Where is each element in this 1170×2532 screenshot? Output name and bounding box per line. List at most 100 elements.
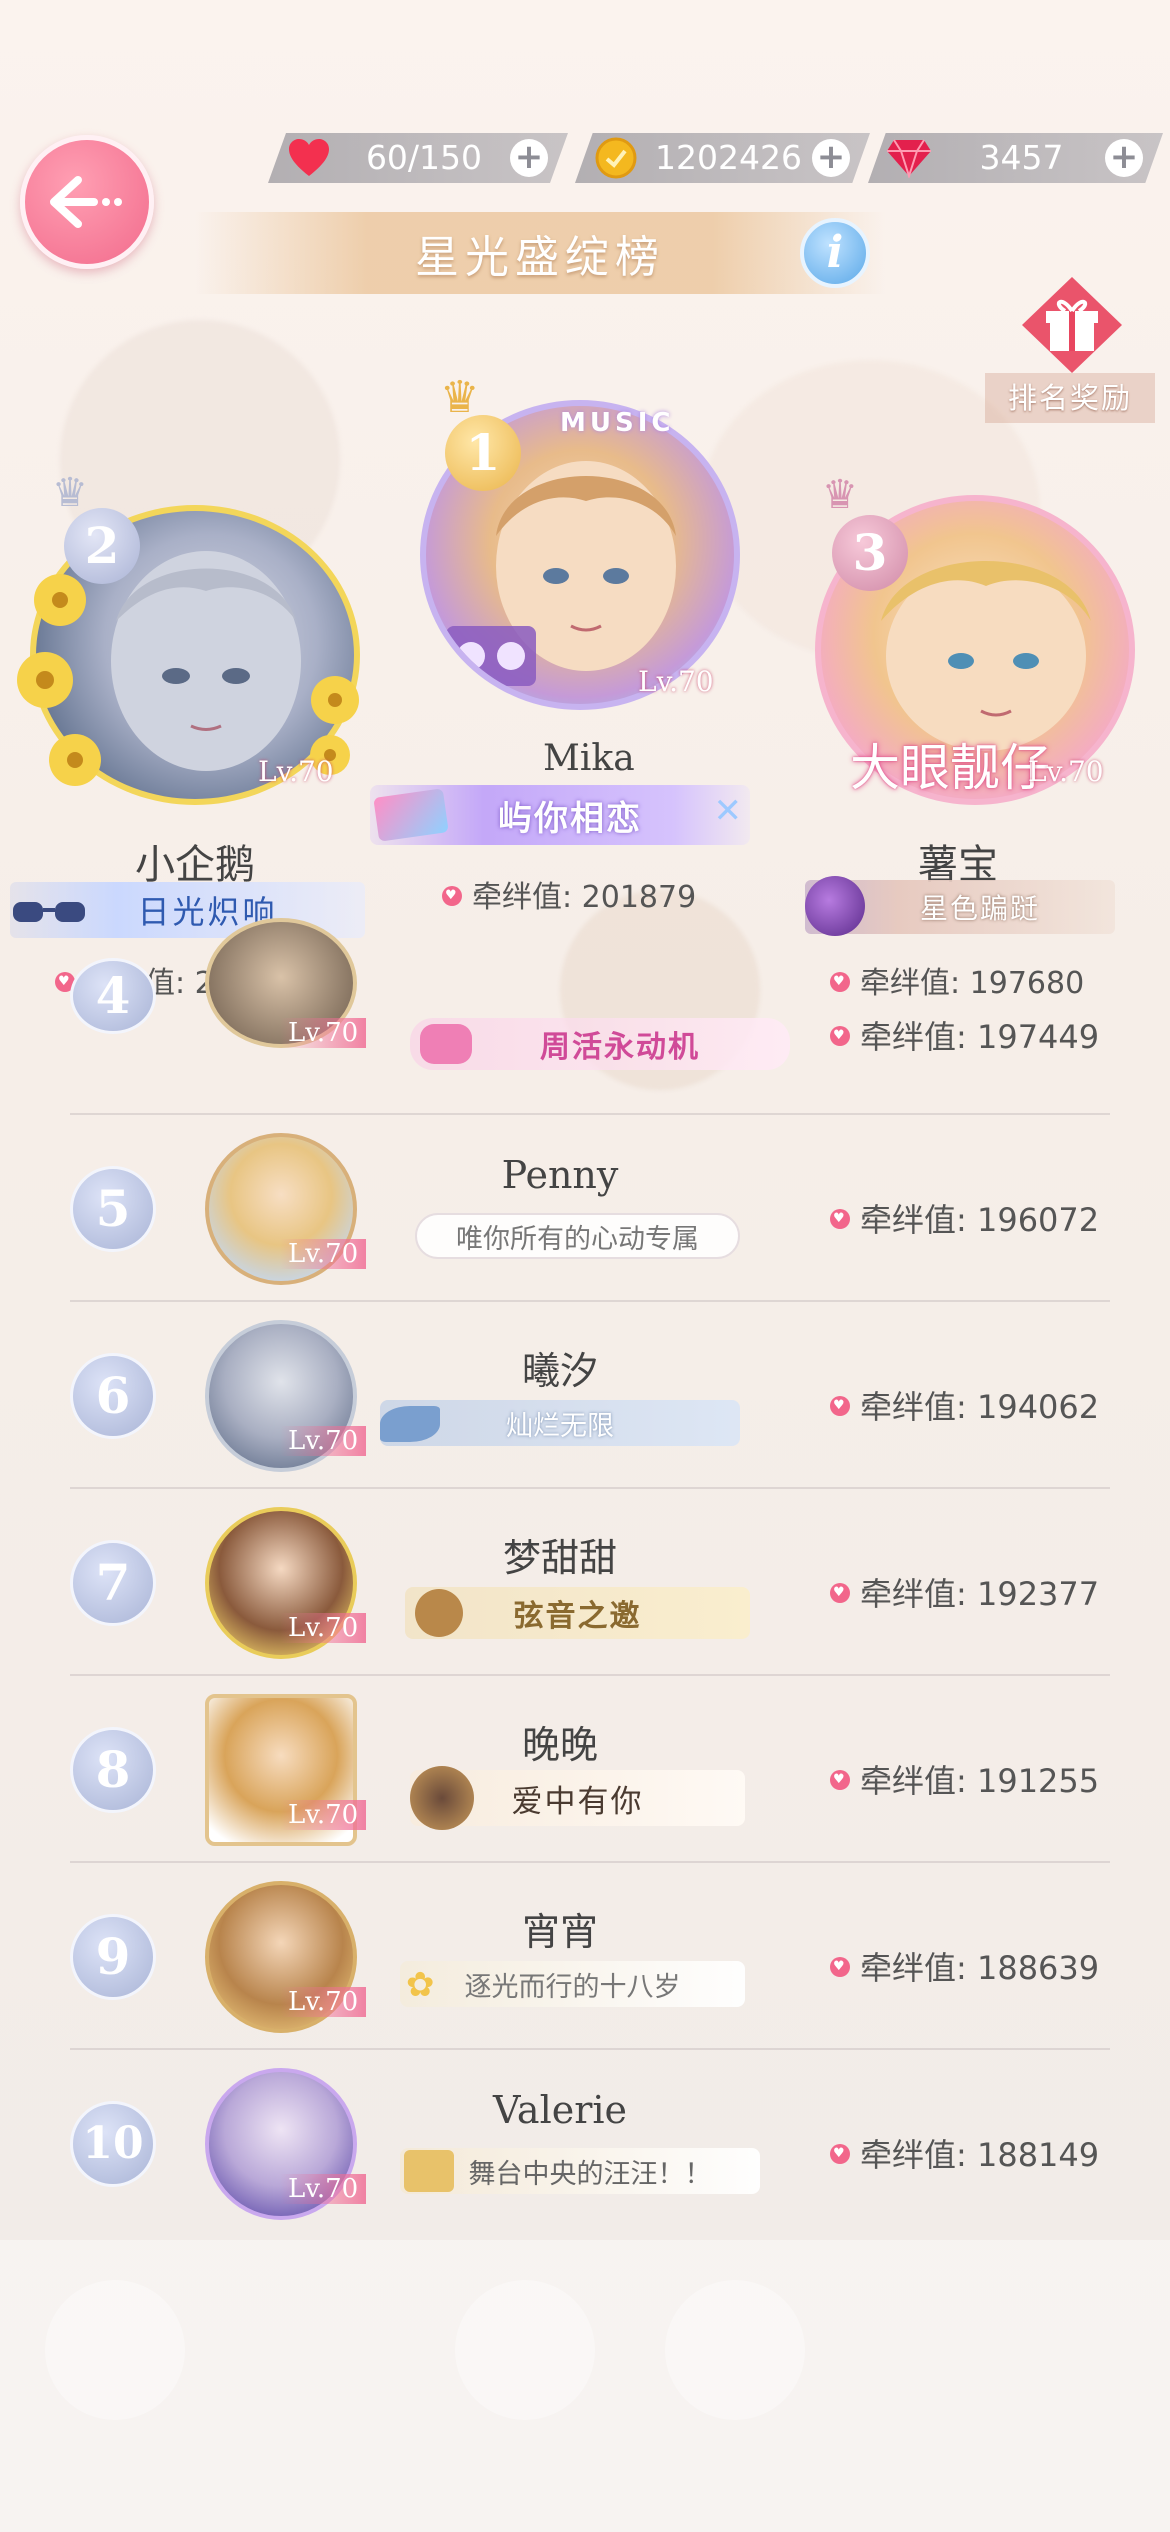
heart-icon	[830, 1957, 850, 1977]
list-item[interactable]: 7 Lv.70 梦甜甜 弦音之邀 牵绊值: 192377	[70, 1489, 1110, 1676]
rank-badge: 4	[70, 958, 156, 1034]
faded-nav-button	[45, 2280, 185, 2420]
bond-value: 牵绊值: 192377	[830, 1569, 1099, 1615]
title-badge: 弦音之邀	[405, 1587, 750, 1639]
rank-badge: 10	[70, 2101, 156, 2187]
violin-icon	[415, 1589, 463, 1637]
heart-icon	[442, 885, 462, 906]
back-arrow-icon	[50, 176, 122, 228]
add-gold-button[interactable]: +	[812, 139, 850, 177]
crown-icon: ♛	[822, 472, 858, 518]
level-label: Lv.70	[280, 1987, 367, 2017]
list-item[interactable]: 10 Lv.70 Valerie 舞台中央的汪汪！！ 牵绊值: 188149	[70, 2050, 1110, 2237]
title-badge-rank-3: 星色蹁跹	[805, 876, 1115, 936]
rank-badge: 6	[70, 1353, 156, 1439]
wing-icon	[380, 1406, 440, 1442]
player-name: Valerie	[492, 2088, 628, 2132]
title-badge: 周活永动机	[410, 1018, 790, 1070]
gold-coin-icon	[593, 136, 639, 180]
gamepad-icon	[420, 1024, 472, 1064]
heart-icon	[830, 1770, 850, 1790]
player-name: Penny	[501, 1153, 619, 1197]
level-rank-2: Lv.70	[258, 755, 334, 788]
title-badge-label: 周活永动机	[540, 1030, 700, 1065]
bond-value: 牵绊值: 188149	[830, 2130, 1099, 2176]
title-badge-label: 灿烂无限	[506, 1410, 614, 1442]
page-title-banner: 星光盛绽榜	[195, 212, 885, 294]
add-diamond-button[interactable]: +	[1105, 139, 1143, 177]
bond-value: 牵绊值: 188639	[830, 1943, 1099, 1989]
back-button[interactable]	[20, 135, 154, 269]
heart-icon	[830, 1396, 850, 1416]
level-label: Lv.70	[280, 1426, 367, 1456]
rank-2-medal: 2	[64, 508, 140, 584]
bond-value: 牵绊值: 196072	[830, 1195, 1099, 1241]
list-item[interactable]: 4 Lv.70 周活永动机 牵绊值: 197449	[70, 918, 1110, 1115]
player-name-rank-1: Mika	[543, 738, 635, 779]
faded-nav-button	[665, 2280, 805, 2420]
level-label: Lv.70	[280, 1018, 367, 1048]
list-item[interactable]: 9 Lv.70 宵宵 ✿ 逐光而行的十八岁 牵绊值: 188639	[70, 1863, 1110, 2050]
list-item[interactable]: 8 Lv.70 晚晚 爱中有你 牵绊值: 191255	[70, 1676, 1110, 1863]
list-item[interactable]: 5 Lv.70 Penny 唯你所有的心动专属 牵绊值: 196072	[70, 1115, 1110, 1302]
bond-value: 牵绊值: 191255	[830, 1756, 1099, 1802]
title-badge: 舞台中央的汪汪！！	[400, 2148, 760, 2194]
diamond-value: 3457	[979, 138, 1064, 177]
rank-badge: 5	[70, 1166, 156, 1252]
bond-value: 牵绊值: 197449	[830, 1012, 1099, 1058]
bottom-panel	[0, 2240, 1170, 2532]
rank-badge: 7	[70, 1540, 156, 1626]
level-label: Lv.70	[280, 1613, 367, 1643]
piano-icon	[404, 2150, 454, 2192]
gift-icon	[1022, 277, 1122, 373]
title-badge-label: 弦音之邀	[513, 1599, 642, 1634]
level-label: Lv.70	[280, 1239, 367, 1269]
player-name: 宵宵	[521, 1910, 598, 1954]
stamina-value: 60/150	[365, 138, 483, 177]
heart-frame-icon	[410, 1766, 474, 1830]
music-tag: MUSIC	[560, 408, 675, 438]
title-badge-label: 屿你相恋	[498, 798, 642, 839]
player-name: 曦汐	[521, 1349, 598, 1393]
title-badge-label: 爱中有你	[511, 1783, 644, 1820]
rank-badge: 8	[70, 1727, 156, 1813]
heart-icon	[830, 2144, 850, 2164]
level-rank-3: Lv.70	[1028, 755, 1104, 788]
bond-value: 牵绊值: 194062	[830, 1382, 1099, 1428]
rank-3-medal: 3	[832, 515, 908, 591]
gold-value: 1202426	[655, 138, 802, 177]
level-label: Lv.70	[280, 1800, 367, 1830]
sparkle-icon: ✕	[713, 791, 743, 831]
ruby-icon	[886, 136, 932, 180]
ranking-reward-label: 排名奖励	[985, 373, 1155, 423]
title-badge: 爱中有你	[410, 1766, 745, 1830]
player-name: 梦甜甜	[502, 1536, 617, 1580]
faded-nav-button	[455, 2280, 595, 2420]
crown-icon: ♛	[52, 470, 88, 516]
diamond-counter: 3457 +	[868, 133, 1163, 183]
flower-icon: ✿	[406, 1965, 435, 2005]
crown-icon: ♛	[440, 372, 480, 423]
title-badge-rank-1: 屿你相恋 ✕	[370, 785, 750, 845]
player-name: 晚晚	[521, 1723, 598, 1767]
stamina-counter: 60/150 +	[268, 133, 568, 183]
gold-counter: 1202426 +	[575, 133, 870, 183]
flower-decoration-icon	[17, 574, 101, 786]
title-badge-label: 唯你所有的心动专属	[456, 1223, 699, 1255]
rank-badge: 9	[70, 1914, 156, 2000]
title-badge-label: 星色蹁跹	[919, 892, 1040, 925]
info-button[interactable]: i	[800, 218, 870, 288]
page-title: 星光盛绽榜	[415, 232, 665, 283]
add-stamina-button[interactable]: +	[510, 139, 548, 177]
title-badge: 灿烂无限	[380, 1400, 740, 1446]
heart-icon	[830, 1209, 850, 1229]
ranking-reward-button[interactable]: 排名奖励	[985, 275, 1155, 425]
heart-icon	[830, 1026, 850, 1046]
heart-icon	[830, 1583, 850, 1603]
festival-icon	[373, 788, 449, 842]
title-badge-label: 舞台中央的汪汪！！	[468, 2158, 712, 2190]
level-rank-1: Lv.70	[638, 665, 714, 698]
level-label: Lv.70	[280, 2174, 367, 2204]
unicorn-icon	[805, 876, 865, 936]
list-item[interactable]: 6 Lv.70 曦汐 灿烂无限 牵绊值: 194062	[70, 1302, 1110, 1489]
